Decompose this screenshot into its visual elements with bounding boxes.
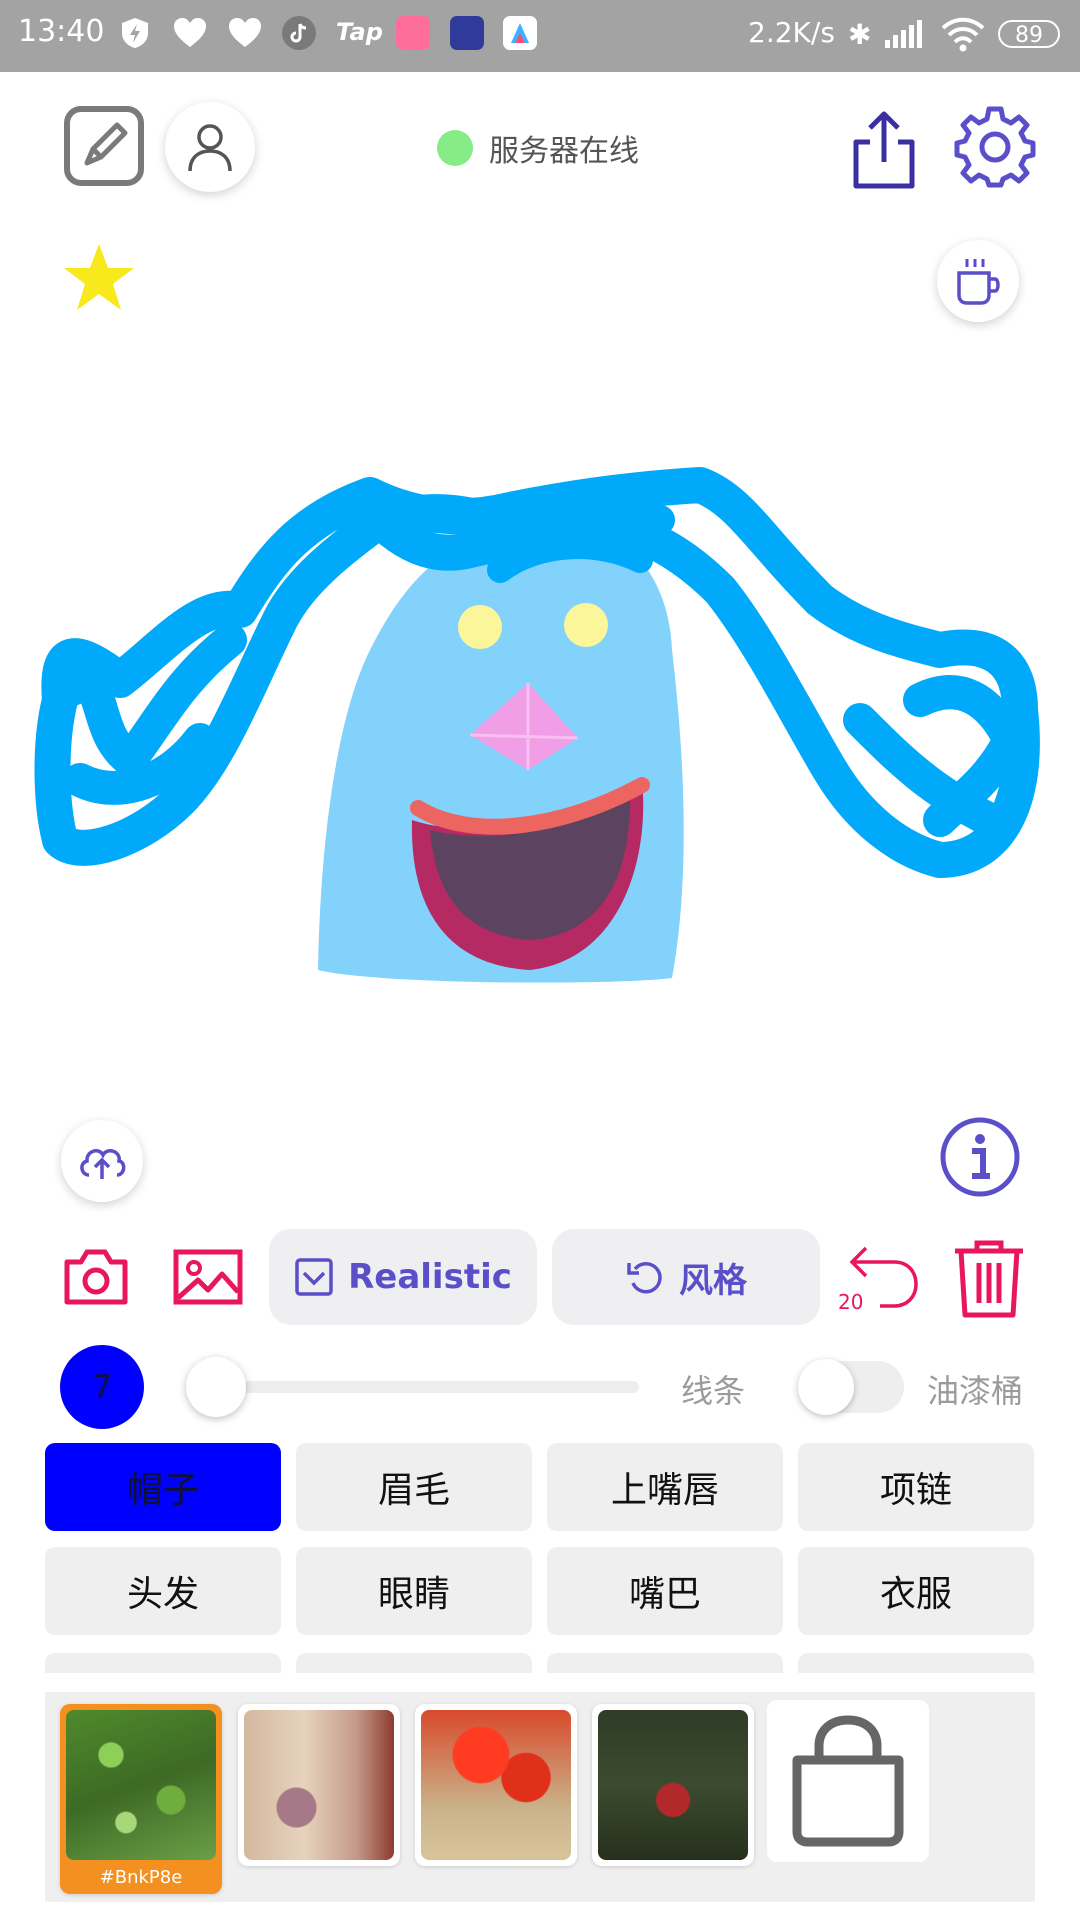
gallery-button[interactable] (172, 1248, 244, 1306)
profile-button[interactable] (165, 102, 255, 192)
cloud-upload-icon (80, 1149, 126, 1179)
texture-thumbnail[interactable] (415, 1704, 577, 1866)
brush-size-indicator[interactable]: 7 (60, 1345, 144, 1429)
info-button[interactable] (939, 1116, 1021, 1198)
checkbox-icon (295, 1258, 333, 1296)
shopping-bag-icon (792, 1715, 904, 1847)
share-icon (853, 111, 915, 189)
shield-bolt-icon (118, 16, 152, 50)
sketch-eye-right (564, 603, 608, 647)
tieba-icon (450, 16, 484, 50)
brush-size-value: 7 (91, 1368, 113, 1406)
category-button-partial[interactable] (45, 1653, 281, 1673)
rotate-icon (627, 1261, 662, 1294)
upload-button[interactable] (61, 1120, 143, 1202)
category-button[interactable]: 衣服 (798, 1547, 1034, 1635)
heart-pattern-icon (172, 16, 206, 50)
category-button-partial[interactable] (296, 1653, 532, 1673)
status-time: 13:40 (18, 14, 105, 49)
server-status-text: 服务器在线 (489, 134, 639, 169)
camera-icon (64, 1249, 128, 1305)
category-button[interactable]: 眼睛 (296, 1547, 532, 1635)
edit-sketch-button[interactable] (63, 105, 145, 187)
category-button[interactable]: 上嘴唇 (547, 1443, 783, 1531)
edit-sketch-icon (64, 106, 144, 186)
drawing-canvas[interactable] (0, 270, 1080, 1090)
sketch-drawing (34, 467, 1040, 983)
texture-thumbnail[interactable] (238, 1704, 400, 1866)
network-speed: 2.2K/s (748, 16, 835, 49)
dark-garden-texture (598, 1710, 748, 1860)
undo-button[interactable]: 20 (838, 1242, 920, 1316)
category-button[interactable]: 眉毛 (296, 1443, 532, 1531)
category-button[interactable]: 头发 (45, 1547, 281, 1635)
app-icon (503, 16, 537, 50)
red-flowers-texture (421, 1710, 571, 1860)
trash-icon (955, 1240, 1023, 1318)
battery-level: 89 (998, 20, 1060, 48)
status-bar: 13:40 Tap 2.2K/s ✱ 89 (0, 0, 1080, 72)
texture-thumbnail-selected[interactable]: #BnkP8e (60, 1704, 222, 1894)
texture-code: #BnkP8e (99, 1867, 183, 1888)
sketch-eye-left (458, 605, 502, 649)
category-button-partial[interactable] (798, 1653, 1034, 1673)
bucket-mode-label: 油漆桶 (927, 1372, 1024, 1410)
category-button[interactable]: 嘴巴 (547, 1547, 783, 1635)
signal-icon (883, 18, 927, 54)
share-button[interactable] (848, 108, 920, 190)
realistic-toggle-button[interactable]: Realistic (269, 1229, 537, 1325)
style-label: 风格 (679, 1260, 747, 1301)
camera-button[interactable] (63, 1248, 129, 1306)
green-foliage-texture (66, 1710, 216, 1860)
gear-icon (954, 106, 1036, 188)
tiktok-icon (282, 16, 316, 50)
user-icon (188, 124, 232, 172)
bilibili-icon (396, 16, 430, 50)
pink-paper-texture (244, 1710, 394, 1860)
info-icon (940, 1117, 1020, 1197)
texture-store-button[interactable] (767, 1700, 929, 1862)
category-button-partial[interactable] (547, 1653, 783, 1673)
paint-bucket-toggle-thumb[interactable] (798, 1359, 854, 1415)
settings-button[interactable] (953, 105, 1037, 189)
delete-button[interactable] (951, 1237, 1027, 1319)
line-mode-label: 线条 (681, 1372, 746, 1410)
server-status-dot (437, 130, 473, 166)
style-button[interactable]: 风格 (552, 1229, 820, 1325)
bluetooth-icon: ✱ (848, 18, 872, 51)
undo-count: 20 (838, 1290, 864, 1314)
texture-tray: #BnkP8e (45, 1692, 1035, 1902)
category-button[interactable]: 项链 (798, 1443, 1034, 1531)
brush-size-slider-track[interactable] (186, 1381, 639, 1393)
wifi-icon (940, 16, 986, 56)
image-icon (173, 1249, 243, 1305)
texture-thumbnail[interactable] (592, 1704, 754, 1866)
heart-pattern-icon (227, 16, 261, 50)
tap-icon: Tap (336, 18, 383, 46)
server-status: 服务器在线 (437, 126, 639, 170)
category-button[interactable]: 帽子 (45, 1443, 281, 1531)
brush-size-slider-thumb[interactable] (186, 1357, 246, 1417)
realistic-label: Realistic (348, 1257, 512, 1297)
